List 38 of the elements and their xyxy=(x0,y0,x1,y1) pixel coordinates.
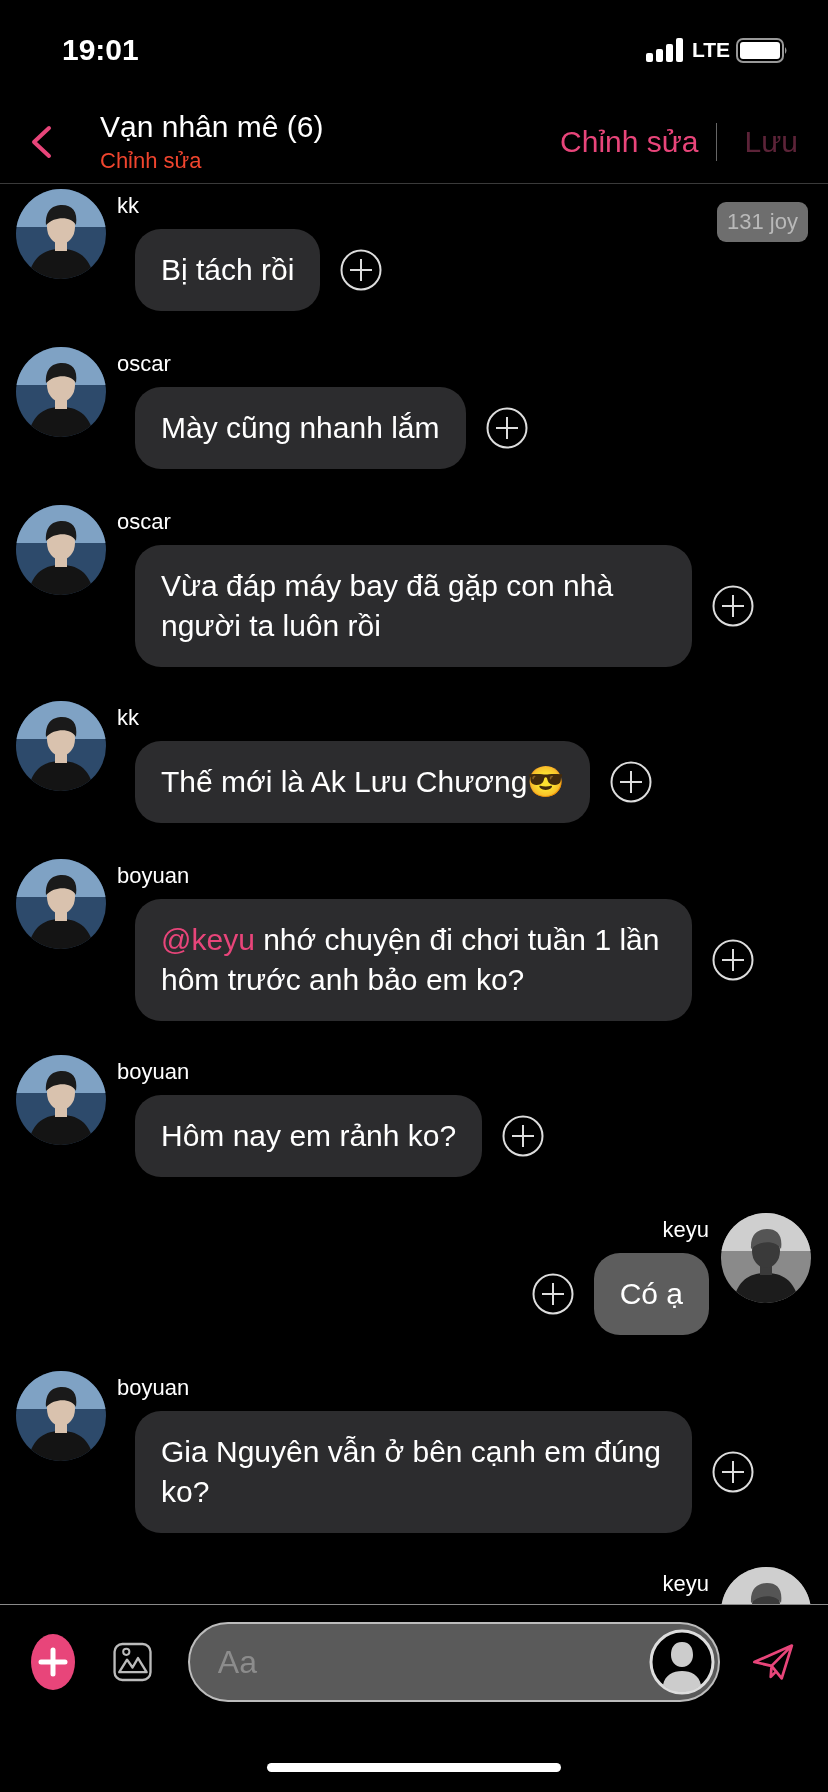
back-icon[interactable] xyxy=(30,124,52,159)
add-reaction-icon[interactable] xyxy=(712,1451,754,1493)
edit-button[interactable]: Chỉnh sửa xyxy=(560,124,699,159)
signal-icon xyxy=(645,38,686,62)
status-time: 19:01 xyxy=(62,33,139,67)
chat-title: Vạn nhân mê (6) xyxy=(100,109,325,144)
sender-name: keyu xyxy=(662,1571,709,1597)
add-reaction-icon[interactable] xyxy=(610,761,653,803)
message-bubble: Mày cũng nhanh lắm xyxy=(135,387,466,469)
add-reaction-icon[interactable] xyxy=(712,585,754,627)
sender-name: keyu xyxy=(662,1217,709,1243)
sender-name: oscar xyxy=(117,351,172,377)
message-bubble: Bị tách rồi xyxy=(135,229,321,311)
count-badge: 131 joy xyxy=(717,202,808,242)
add-button[interactable] xyxy=(31,1634,75,1690)
add-reaction-icon[interactable] xyxy=(340,249,383,291)
battery-icon xyxy=(736,37,788,63)
network-label: LTE xyxy=(691,38,730,62)
message-bubble: Gia Nguyên vẫn ở bên cạnh em đúng ko? xyxy=(135,1411,692,1533)
sender-name: kk xyxy=(117,705,140,731)
add-reaction-icon[interactable] xyxy=(485,407,528,449)
message-bubble: Hôm nay em rảnh ko? xyxy=(135,1095,483,1177)
message-bubble: Có ạ xyxy=(593,1253,709,1335)
sender-name: boyuan xyxy=(117,1059,191,1085)
add-reaction-icon[interactable] xyxy=(502,1115,545,1157)
sender-name: kk xyxy=(117,193,140,219)
sender-name: boyuan xyxy=(117,1375,191,1401)
plus-icon xyxy=(37,1647,68,1677)
message-bubble: Thế mới là Ak Lưu Chương😎 xyxy=(135,741,591,823)
message-bubble: @keyu nhớ chuyện đi chơi tuần 1 lần hôm trước anh bảo em ko? xyxy=(135,899,692,1021)
user-silhouette-icon[interactable] xyxy=(648,1629,715,1695)
chat-subtitle: Chỉnh sửa xyxy=(100,147,203,174)
mention-link[interactable]: @keyu xyxy=(161,923,255,956)
sender-name: oscar xyxy=(117,509,172,535)
add-reaction-icon[interactable] xyxy=(531,1273,574,1315)
sender-name: boyuan xyxy=(117,863,191,889)
add-reaction-icon[interactable] xyxy=(712,939,754,981)
message-bubble: Vừa đáp máy bay đã gặp con nhà người ta luôn rồi xyxy=(135,545,692,667)
